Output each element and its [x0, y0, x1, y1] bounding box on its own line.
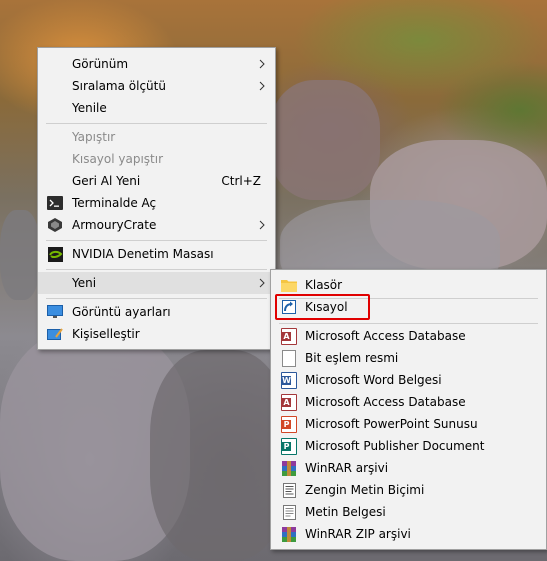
menu-item-display-settings[interactable]: Görüntü ayarları — [38, 301, 275, 323]
submenu-item-label: Bit eşlem resmi — [305, 351, 399, 365]
nvidia-icon — [47, 246, 63, 262]
access-icon: A — [281, 327, 297, 345]
menu-separator — [46, 123, 267, 124]
display-icon — [47, 304, 63, 320]
folder-icon — [281, 277, 297, 293]
menu-item-label: Yeni — [72, 276, 97, 290]
submenu-item-label: Microsoft Access Database — [305, 395, 466, 409]
menu-item-undo-new[interactable]: Geri Al Yeni Ctrl+Z — [38, 170, 275, 192]
menu-item-label: Yenile — [72, 101, 107, 115]
submenu-item-winrar-archive[interactable]: WinRAR arşivi — [271, 457, 546, 479]
submenu-item-word-document[interactable]: W Microsoft Word Belgesi — [271, 369, 546, 391]
menu-item-personalize[interactable]: Kişiselleştir — [38, 323, 275, 345]
wallpaper-rock — [270, 80, 380, 200]
menu-separator — [279, 323, 538, 324]
terminal-icon — [47, 195, 63, 211]
text-file-icon — [281, 504, 297, 520]
submenu-item-access-database[interactable]: A Microsoft Access Database — [271, 325, 546, 347]
submenu-item-text-document[interactable]: Metin Belgesi — [271, 501, 546, 523]
word-icon: W — [281, 371, 297, 389]
submenu-item-label: Zengin Metin Biçimi — [305, 483, 425, 497]
menu-separator — [46, 269, 267, 270]
menu-item-label: Sıralama ölçütü — [72, 79, 166, 93]
chevron-right-icon — [259, 220, 265, 230]
chevron-right-icon — [259, 278, 265, 288]
submenu-item-winrar-zip[interactable]: WinRAR ZIP arşivi — [271, 523, 546, 545]
menu-item-label: ArmouryCrate — [72, 218, 157, 232]
menu-item-label: Görünüm — [72, 57, 129, 71]
desktop-context-menu: Görünüm Sıralama ölçütü Yenile Yapıştır … — [37, 47, 276, 350]
submenu-item-label: Klasör — [305, 278, 343, 292]
submenu-item-folder[interactable]: Klasör — [271, 274, 546, 296]
submenu-item-label: Microsoft Access Database — [305, 329, 466, 343]
menu-item-shortcut: Ctrl+Z — [221, 174, 261, 188]
menu-item-paste: Yapıştır — [38, 126, 275, 148]
submenu-item-label: Metin Belgesi — [305, 505, 386, 519]
chevron-right-icon — [259, 81, 265, 91]
menu-item-nvidia-control-panel[interactable]: NVIDIA Denetim Masası — [38, 243, 275, 265]
menu-item-new[interactable]: Yeni — [38, 272, 275, 294]
submenu-item-publisher[interactable]: P Microsoft Publisher Document — [271, 435, 546, 457]
menu-item-label: Kısayol yapıştır — [72, 152, 164, 166]
submenu-item-label: Microsoft Word Belgesi — [305, 373, 442, 387]
menu-item-label: Yapıştır — [72, 130, 116, 144]
menu-item-refresh[interactable]: Yenile — [38, 97, 275, 119]
menu-item-armoury-crate[interactable]: ArmouryCrate — [38, 214, 275, 236]
bitmap-icon — [281, 349, 297, 367]
publisher-icon: P — [281, 437, 297, 455]
menu-item-label: Kişiselleştir — [72, 327, 140, 341]
winrar-icon — [281, 460, 297, 476]
powerpoint-icon: P — [281, 415, 297, 433]
menu-separator — [46, 298, 267, 299]
wallpaper-rock — [0, 210, 40, 300]
personalize-icon — [47, 326, 63, 342]
submenu-item-rich-text[interactable]: Zengin Metin Biçimi — [271, 479, 546, 501]
menu-item-open-in-terminal[interactable]: Terminalde Aç — [38, 192, 275, 214]
submenu-item-access-database-2[interactable]: A Microsoft Access Database — [271, 391, 546, 413]
winrar-zip-icon — [281, 526, 297, 542]
submenu-item-label: WinRAR arşivi — [305, 461, 389, 475]
submenu-item-bitmap-image[interactable]: Bit eşlem resmi — [271, 347, 546, 369]
menu-item-sort-by[interactable]: Sıralama ölçütü — [38, 75, 275, 97]
submenu-item-label: Microsoft PowerPoint Sunusu — [305, 417, 478, 431]
menu-item-view[interactable]: Görünüm — [38, 53, 275, 75]
menu-item-label: NVIDIA Denetim Masası — [72, 247, 214, 261]
menu-item-label: Geri Al Yeni — [72, 174, 141, 188]
selection-highlight-box — [275, 294, 370, 320]
new-submenu: Klasör Kısayol A Microsoft Access Databa… — [270, 269, 547, 550]
access-icon: A — [281, 393, 297, 411]
submenu-item-label: WinRAR ZIP arşivi — [305, 527, 411, 541]
submenu-item-label: Microsoft Publisher Document — [305, 439, 485, 453]
menu-item-paste-shortcut: Kısayol yapıştır — [38, 148, 275, 170]
chevron-right-icon — [259, 59, 265, 69]
submenu-item-powerpoint[interactable]: P Microsoft PowerPoint Sunusu — [271, 413, 546, 435]
wallpaper-rock — [150, 350, 290, 561]
armoury-crate-icon — [47, 217, 63, 233]
menu-item-label: Terminalde Aç — [72, 196, 157, 210]
menu-separator — [46, 240, 267, 241]
menu-item-label: Görüntü ayarları — [72, 305, 171, 319]
rtf-icon — [281, 482, 297, 498]
